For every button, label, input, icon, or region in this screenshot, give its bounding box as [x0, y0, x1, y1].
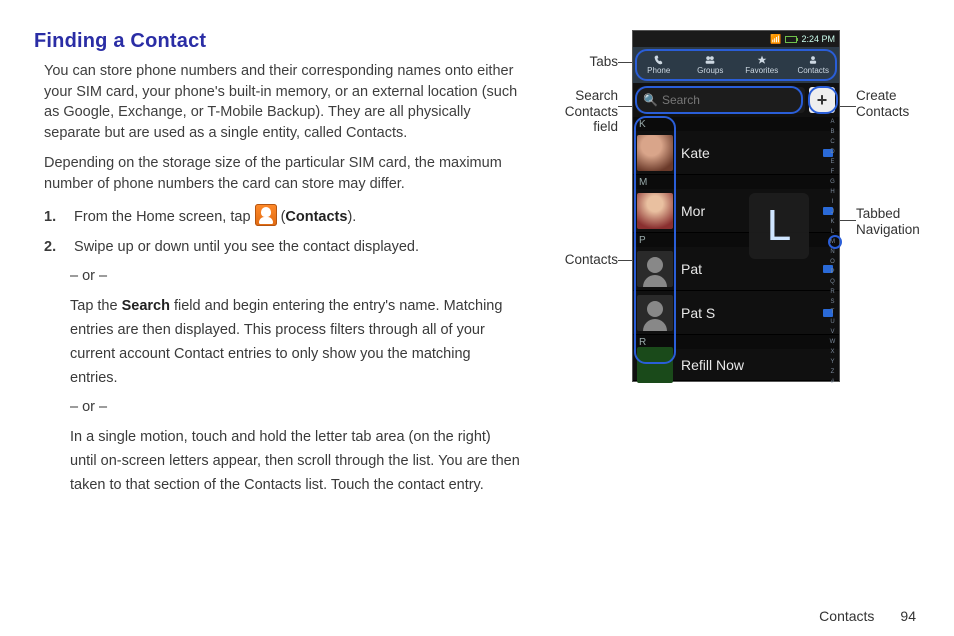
step-2-text: Swipe up or down until you see the conta…: [74, 239, 419, 255]
callout-create-contacts: Create Contacts: [856, 88, 936, 119]
list-item[interactable]: Refill Now: [633, 349, 839, 381]
callout-tabs: Tabs: [540, 54, 618, 70]
search-bold: Search: [122, 298, 170, 314]
index-letter[interactable]: O: [830, 259, 835, 265]
or-separator-2: – or –: [70, 396, 520, 420]
index-letter[interactable]: V: [830, 329, 834, 335]
index-letter[interactable]: T: [831, 309, 835, 315]
list-item[interactable]: Kate: [633, 131, 839, 175]
index-letter[interactable]: U: [830, 319, 834, 325]
alphabet-index-rail[interactable]: ABCDEFGHIJKLMNOPQRSTUVWXYZ#: [827, 117, 838, 387]
index-letter[interactable]: K: [830, 219, 834, 225]
index-letter[interactable]: X: [830, 349, 834, 355]
step-1-text-pre: From the Home screen, tap: [74, 209, 255, 225]
step-1-paren-close: ).: [347, 209, 356, 225]
avatar: [637, 193, 673, 229]
callout-tabbed-navigation: Tabbed Navigation: [856, 206, 946, 237]
section-heading: Finding a Contact: [34, 30, 520, 53]
avatar: [637, 251, 673, 287]
phone-icon: [653, 55, 665, 65]
index-letter[interactable]: C: [830, 139, 834, 145]
index-letter[interactable]: R: [830, 289, 834, 295]
index-letter[interactable]: Y: [830, 359, 834, 365]
index-letter[interactable]: N: [830, 249, 834, 255]
index-letter-overlay: L: [749, 193, 809, 259]
section-header: K: [633, 117, 839, 131]
list-item[interactable]: Pat S: [633, 291, 839, 335]
intro-paragraph-1: You can store phone numbers and their co…: [44, 61, 520, 143]
index-letter[interactable]: A: [830, 119, 834, 125]
index-letter[interactable]: G: [830, 179, 835, 185]
footer-section-name: Contacts: [819, 608, 874, 624]
callout-contacts: Contacts: [540, 252, 618, 268]
index-letter[interactable]: Q: [830, 279, 835, 285]
index-letter[interactable]: D: [830, 149, 834, 155]
groups-icon: [704, 55, 716, 65]
index-letter[interactable]: P: [830, 269, 834, 275]
avatar: [637, 347, 673, 383]
highlight-index-dot: [828, 235, 842, 249]
step-1: 1. From the Home screen, tap (Contacts).: [44, 204, 520, 229]
search-input[interactable]: 🔍 Search: [637, 87, 805, 113]
tab-favorites[interactable]: Favorites: [736, 47, 788, 83]
tab-contacts[interactable]: Contacts: [788, 47, 840, 83]
search-icon: 🔍: [643, 93, 658, 107]
avatar: [637, 135, 673, 171]
tab-phone[interactable]: Phone: [633, 47, 685, 83]
step-2-alt-2: In a single motion, touch and hold the l…: [70, 426, 520, 498]
step-2: 2. Swipe up or down until you see the co…: [44, 236, 520, 259]
search-placeholder: Search: [662, 93, 700, 107]
page-footer: Contacts 94: [819, 608, 916, 624]
step-2-alt-1: Tap the Search field and begin entering …: [70, 295, 520, 391]
section-header: M: [633, 175, 839, 189]
contact-icon: [807, 55, 819, 65]
index-letter[interactable]: J: [831, 209, 834, 215]
index-letter[interactable]: S: [830, 299, 834, 305]
avatar: [637, 295, 673, 331]
star-icon: [756, 55, 768, 65]
tab-groups[interactable]: Groups: [685, 47, 737, 83]
footer-page-number: 94: [900, 608, 916, 624]
index-letter[interactable]: W: [830, 339, 836, 345]
callout-search-field: Search Contacts field: [540, 88, 618, 135]
add-contact-button[interactable]: +: [809, 87, 835, 113]
status-bar: 📶 2:24 PM: [633, 31, 839, 47]
or-separator-1: – or –: [70, 265, 520, 289]
status-time: 2:24 PM: [801, 34, 835, 44]
step-1-bold: Contacts: [285, 209, 347, 225]
app-tabs[interactable]: Phone Groups Favorites Contacts: [633, 47, 839, 83]
phone-screenshot: 📶 2:24 PM Phone Groups Favorit: [632, 30, 840, 382]
intro-paragraph-2: Depending on the storage size of the par…: [44, 153, 520, 194]
index-letter[interactable]: Z: [831, 369, 835, 375]
contacts-app-icon: [255, 204, 277, 226]
index-letter[interactable]: #: [831, 379, 834, 385]
index-letter[interactable]: B: [830, 129, 834, 135]
index-letter[interactable]: I: [832, 199, 834, 205]
index-letter[interactable]: E: [830, 159, 834, 165]
battery-icon: [785, 36, 797, 43]
index-letter[interactable]: H: [830, 189, 834, 195]
index-letter[interactable]: F: [831, 169, 835, 175]
